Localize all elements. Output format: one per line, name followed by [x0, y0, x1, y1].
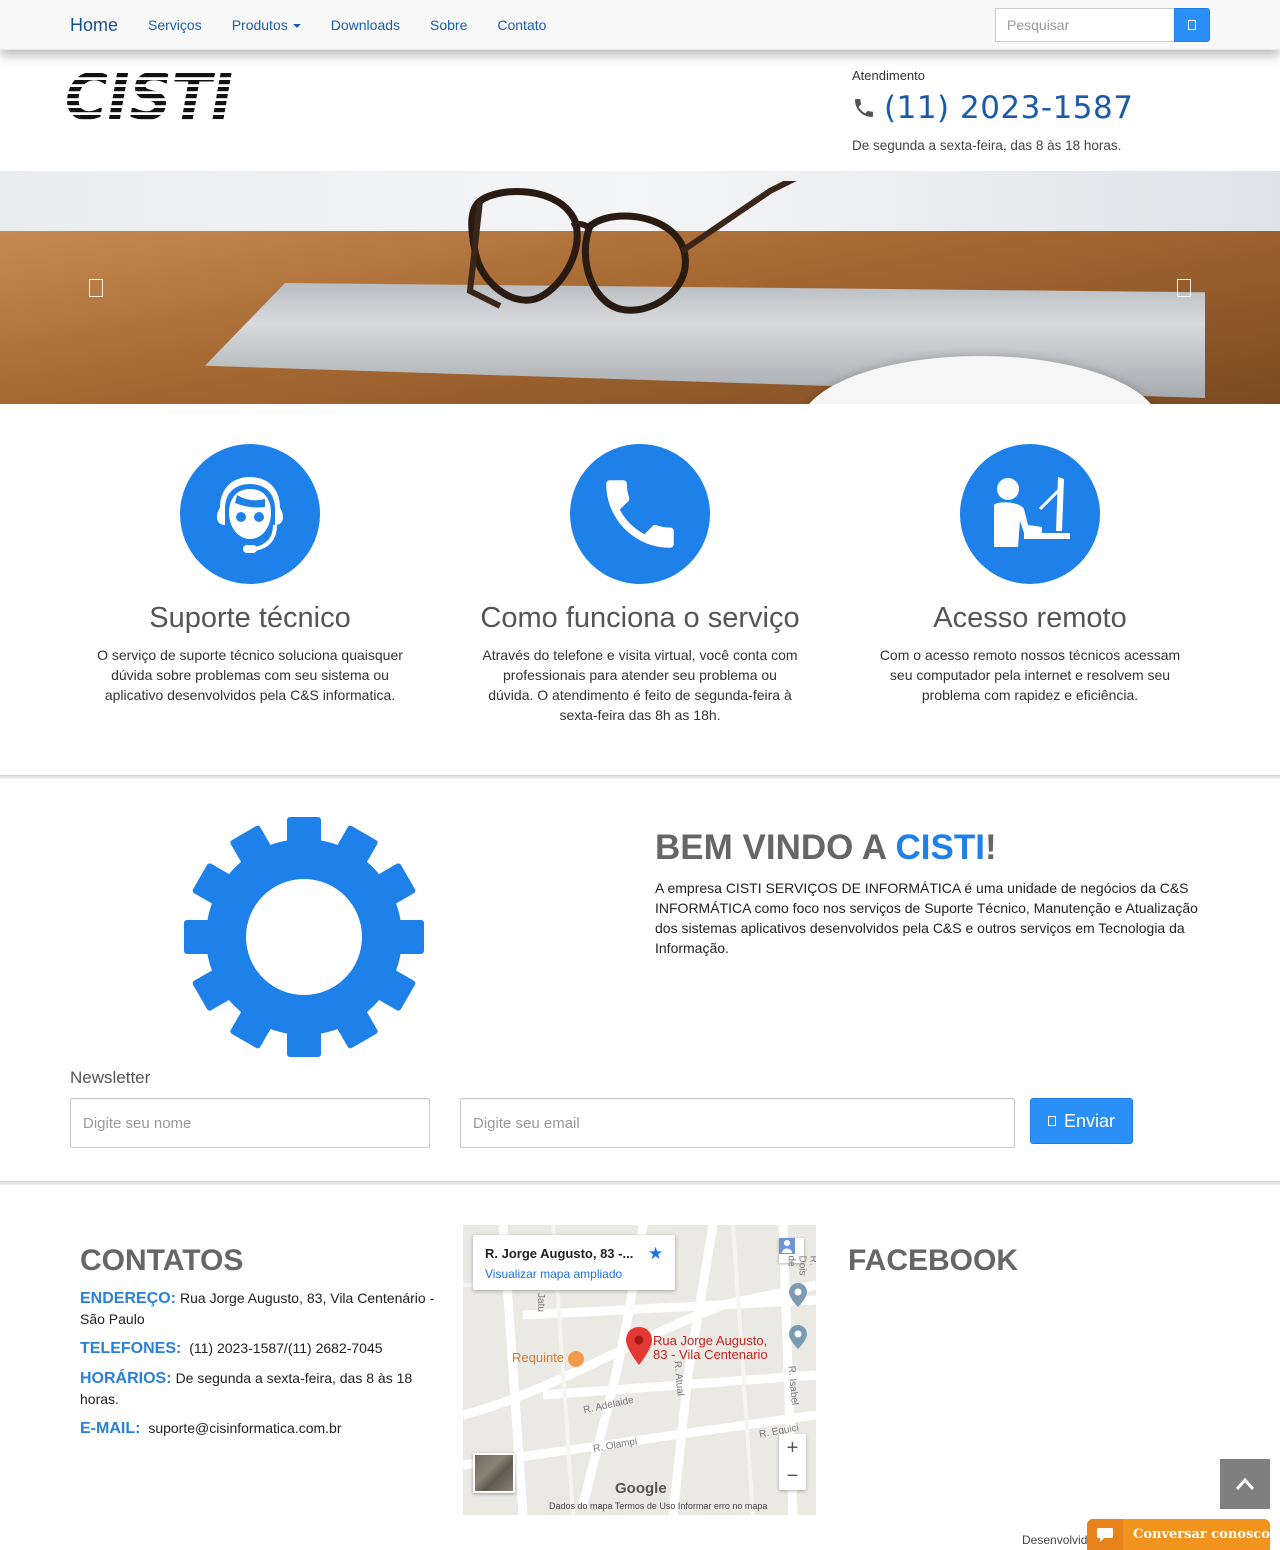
atendimento-label: Atendimento: [852, 68, 925, 83]
service-acesso-remoto-text: Com o acesso remoto nossos técnicos aces…: [879, 647, 1181, 703]
map-footer-links[interactable]: Dados do mapa Termos de Uso Informar err…: [549, 1501, 767, 1511]
service-suporte-circle: [180, 444, 320, 584]
contact-email-key: E-MAIL:: [80, 1420, 141, 1437]
newsletter-name-input[interactable]: [70, 1098, 430, 1148]
nav-item-produtos-label: Produtos: [231, 17, 288, 33]
contact-email: E-MAIL: suporte@cisinformatica.com.br: [80, 1418, 440, 1439]
restaurant-icon: [567, 1350, 584, 1367]
cisti-logo[interactable]: CISTI: [65, 66, 235, 122]
welcome-title-brand: CISTI: [895, 828, 985, 867]
service-como-funciona-circle: [570, 444, 710, 584]
search-icon: [1188, 20, 1196, 30]
place-marker-icon[interactable]: [789, 1283, 807, 1307]
google-logo: Google: [615, 1480, 667, 1497]
newsletter-email-input[interactable]: [460, 1098, 1015, 1148]
map-place-requinte[interactable]: Requinte: [512, 1350, 584, 1367]
map-place-requinte-label: Requinte: [512, 1350, 565, 1365]
service-suporte-title: Suporte técnico: [149, 602, 351, 634]
section-divider: [0, 1181, 1280, 1185]
map-zoom-out-button[interactable]: −: [779, 1462, 806, 1490]
map-pin-icon[interactable]: [626, 1327, 652, 1365]
search-button[interactable]: [1174, 8, 1210, 42]
newsletter-label: Newsletter: [70, 1068, 151, 1087]
phone-icon: [855, 99, 873, 117]
welcome-title: BEM VINDO A CISTI!: [655, 828, 997, 868]
nav-item-home[interactable]: Home: [55, 15, 133, 36]
google-map[interactable]: R. Jorge Augusto, 83 -... ★ Visualizar m…: [463, 1225, 816, 1515]
map-zoom-in-button[interactable]: +: [779, 1434, 806, 1462]
contact-address-key: ENDEREÇO:: [80, 1290, 177, 1307]
service-acesso-remoto-circle: [960, 444, 1100, 584]
service-acesso-remoto-title: Acesso remoto: [933, 602, 1127, 634]
gear-icon: [184, 817, 424, 1057]
satellite-view-toggle[interactable]: [473, 1453, 515, 1493]
service-como-funciona-title: Como funciona o serviço: [480, 602, 800, 634]
welcome-title-suffix: !: [984, 828, 997, 867]
star-icon[interactable]: ★: [648, 1244, 663, 1264]
section-divider: [0, 775, 1280, 779]
service-como-funciona: Como funciona o serviço Através do telef…: [475, 444, 805, 725]
contact-email-value[interactable]: suporte@cisinformatica.com.br: [148, 1420, 341, 1436]
service-suporte: Suporte técnico O serviço de suporte téc…: [85, 444, 415, 705]
nav-item-produtos[interactable]: Produtos: [217, 17, 316, 33]
footer-credit: Desenvolvid: [1022, 1533, 1088, 1547]
top-navbar: Home Serviços Produtos Downloads Sobre C…: [0, 0, 1280, 50]
map-pin-label-line2: 83 - Vila Centenario: [653, 1347, 768, 1362]
contact-phones-key: TELEFONES:: [80, 1340, 182, 1357]
map-street-label: Jatu: [534, 1293, 546, 1312]
newsletter-send-button[interactable]: Enviar: [1030, 1098, 1133, 1144]
map-card-title: R. Jorge Augusto, 83 -...: [485, 1246, 634, 1261]
chat-button-label: Conversar conosco: [1133, 1527, 1270, 1542]
place-marker-icon[interactable]: [789, 1325, 807, 1349]
chevron-up-icon: [1235, 1477, 1255, 1490]
phone-number[interactable]: (11) 2023-1587: [884, 90, 1133, 126]
welcome-text: A empresa CISTI SERVIÇOS DE INFORMÁTICA …: [655, 880, 1198, 956]
chat-button[interactable]: Conversar conosco: [1087, 1519, 1270, 1550]
contacts-title: CONTATOS: [80, 1244, 244, 1277]
nav-item-sobre[interactable]: Sobre: [415, 17, 482, 33]
map-info-card: R. Jorge Augusto, 83 -... ★ Visualizar m…: [473, 1235, 675, 1290]
computer-user-icon: [994, 477, 1070, 547]
map-pin-label: Rua Jorge Augusto, 83 - Vila Centenario: [653, 1334, 768, 1362]
support-agent-icon: [217, 477, 283, 553]
map-expand-link[interactable]: Visualizar mapa ampliado: [485, 1267, 622, 1281]
map-pin-label-line1: Rua Jorge Augusto,: [653, 1333, 768, 1348]
phone-icon: [606, 480, 674, 548]
map-zoom-controls: + −: [779, 1434, 806, 1490]
carousel-prev-icon[interactable]: [89, 279, 103, 297]
nav-menu: Home Serviços Produtos Downloads Sobre C…: [55, 0, 561, 50]
nav-item-downloads[interactable]: Downloads: [316, 17, 415, 33]
map-street-label: R. Dois de: [785, 1255, 817, 1276]
hero-glasses-image: [466, 181, 797, 314]
chat-bubble-icon: [1087, 1519, 1123, 1550]
facebook-title: FACEBOOK: [848, 1244, 1019, 1277]
contact-address: ENDEREÇO: Rua Jorge Augusto, 83, Vila Cen…: [80, 1288, 440, 1329]
contact-phones-value: (11) 2023-1587/(11) 2682-7045: [189, 1340, 383, 1356]
carousel-next-icon[interactable]: [1177, 279, 1191, 297]
service-como-funciona-text: Através do telefone e visita virtual, vo…: [482, 647, 798, 723]
service-acesso-remoto: Acesso remoto Com o acesso remoto nossos…: [865, 444, 1195, 705]
contact-hours-key: HORÁRIOS:: [80, 1370, 172, 1387]
back-to-top-button[interactable]: [1220, 1459, 1270, 1509]
contact-hours: HORÁRIOS: De segunda a sexta-feira, das 8…: [80, 1368, 440, 1409]
welcome-title-prefix: BEM VINDO A: [655, 828, 896, 867]
contact-phones: TELEFONES: (11) 2023-1587/(11) 2682-7045: [80, 1338, 440, 1359]
newsletter-send-label: Enviar: [1063, 1110, 1116, 1131]
svg-text:CISTI: CISTI: [65, 66, 233, 122]
header-hours: De segunda a sexta-feira, das 8 às 18 ho…: [852, 138, 1122, 153]
send-icon: [1047, 1116, 1056, 1126]
caret-down-icon: [292, 24, 301, 28]
search-input[interactable]: [995, 8, 1175, 42]
service-suporte-text: O serviço de suporte técnico soluciona q…: [97, 647, 403, 703]
nav-item-servicos[interactable]: Serviços: [133, 17, 217, 33]
nav-item-contato[interactable]: Contato: [482, 17, 561, 33]
hero-carousel: [0, 171, 1280, 404]
header-phone: (11) 2023-1587: [852, 90, 1133, 126]
